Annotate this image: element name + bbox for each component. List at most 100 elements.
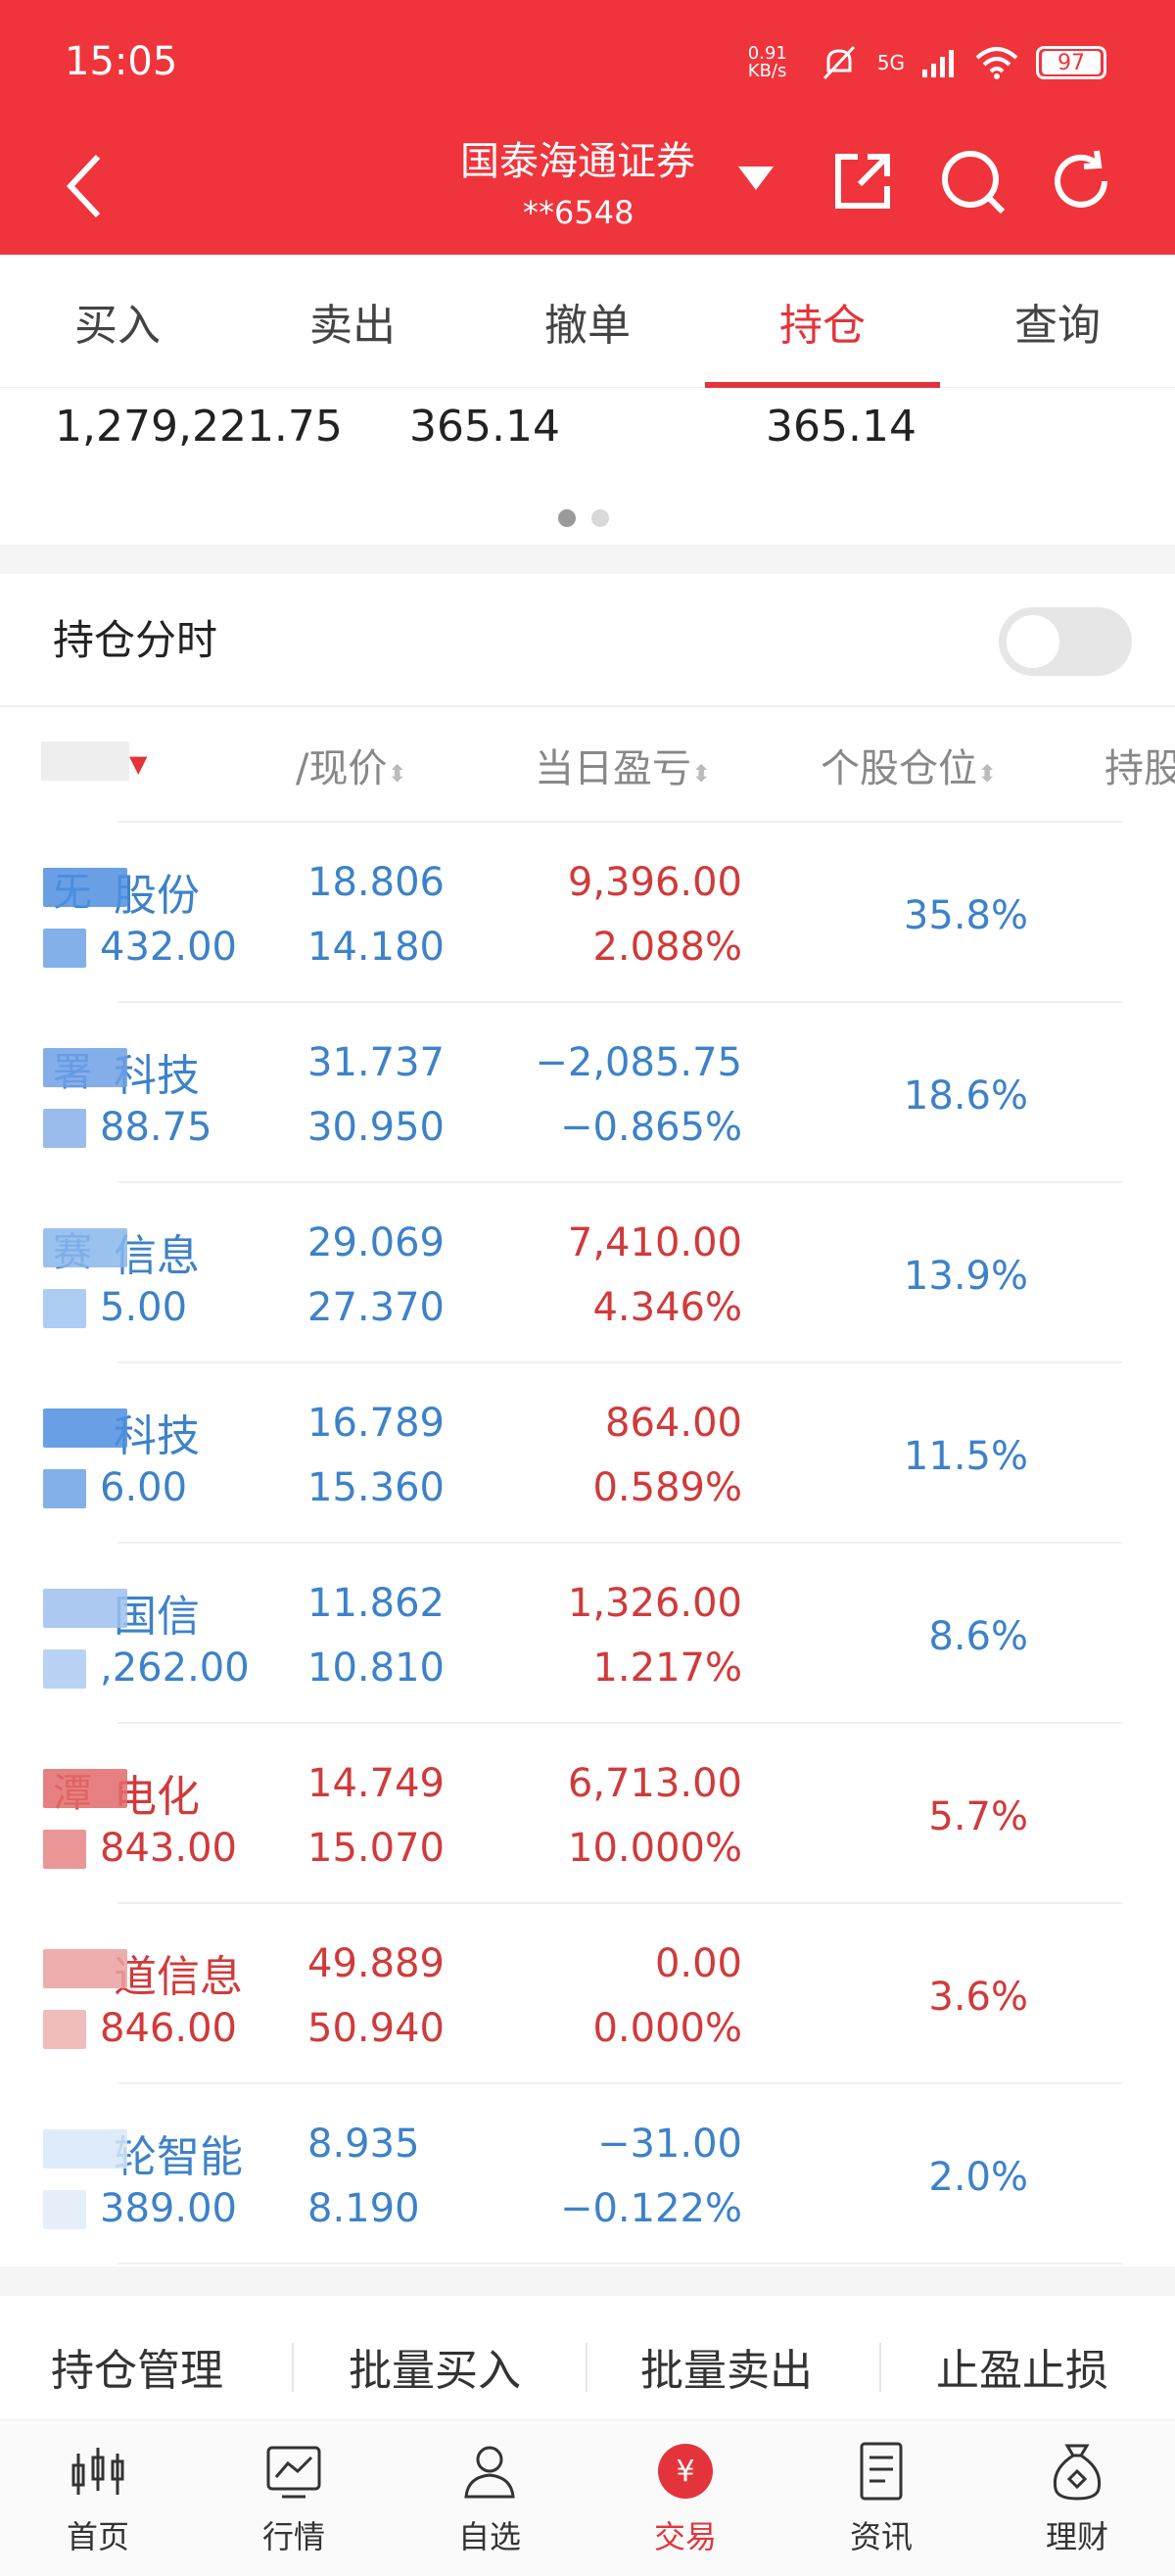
page-indicator bbox=[558, 509, 609, 527]
current-price: 27.370 bbox=[307, 1285, 445, 1330]
blurred-region bbox=[41, 741, 129, 781]
current-price: 15.070 bbox=[307, 1826, 445, 1871]
stock-name: 道信息 bbox=[114, 1952, 243, 2002]
cost-price: 31.737 bbox=[307, 1040, 445, 1085]
nav-news[interactable]: 资讯 bbox=[783, 2440, 979, 2557]
account-dropdown-icon[interactable] bbox=[738, 167, 774, 190]
holding-quantity: 389.00 bbox=[100, 2186, 237, 2231]
holding-row[interactable]: 潭电化843.0014.74915.0706,713.0010.000%5.7% bbox=[0, 1724, 1175, 1904]
daily-pnl-percent: −0.865% bbox=[559, 1105, 742, 1150]
holding-row[interactable]: 轮智能 389.00 8.935 8.190 −31.00 −0.122% 2.0% bbox=[0, 2084, 1175, 2265]
position-percent: 11.5% bbox=[903, 1434, 1028, 1479]
privacy-mosaic bbox=[43, 868, 127, 907]
position-percent: 13.9% bbox=[903, 1254, 1028, 1299]
privacy-mosaic bbox=[43, 2190, 86, 2229]
nav-watchlist[interactable]: 自选 bbox=[392, 2440, 588, 2557]
col-holdings-header[interactable]: 持股 bbox=[1104, 737, 1175, 793]
privacy-mosaic bbox=[43, 1408, 127, 1448]
daily-pnl: 864.00 bbox=[605, 1401, 742, 1446]
daily-pnl-percent: 2.088% bbox=[592, 925, 742, 970]
page-dot[interactable] bbox=[558, 509, 576, 527]
back-button[interactable] bbox=[59, 147, 118, 225]
daily-pnl: 6,713.00 bbox=[567, 1761, 742, 1806]
market-icon bbox=[266, 2446, 321, 2499]
action-take-profit-stop-loss[interactable]: 止盈止损 bbox=[936, 2335, 1108, 2398]
chart-candle-icon bbox=[71, 2448, 124, 2495]
news-icon bbox=[860, 2442, 903, 2501]
privacy-mosaic bbox=[43, 1228, 127, 1267]
holding-quantity: ,262.00 bbox=[100, 1646, 250, 1691]
search-icon[interactable] bbox=[938, 147, 1007, 215]
yuan-circle-icon: ¥ bbox=[658, 2444, 713, 2499]
sort-desc-icon: ▼ bbox=[129, 750, 148, 778]
share-icon[interactable] bbox=[828, 147, 897, 215]
col-price-header[interactable]: /现价⬍ bbox=[296, 737, 407, 793]
current-price: 50.940 bbox=[307, 2006, 445, 2051]
action-batch-buy[interactable]: 批量买入 bbox=[349, 2335, 521, 2398]
nav-wealth[interactable]: 理财 bbox=[979, 2440, 1175, 2557]
privacy-mosaic bbox=[43, 1048, 127, 1087]
current-price: 14.180 bbox=[307, 925, 445, 970]
stock-name: 轮智能 bbox=[114, 2132, 243, 2182]
refresh-icon[interactable] bbox=[1048, 147, 1116, 215]
tab-query[interactable]: 查询 bbox=[940, 290, 1175, 353]
col-name-header[interactable]: ▼ bbox=[41, 737, 147, 782]
holding-quantity: 88.75 bbox=[100, 1105, 212, 1150]
daily-pnl: 9,396.00 bbox=[567, 860, 742, 905]
current-price: 10.810 bbox=[307, 1646, 445, 1691]
net-speed: 0.91 KB/s bbox=[747, 43, 787, 81]
wifi-icon bbox=[975, 47, 1018, 79]
position-percent: 18.6% bbox=[903, 1073, 1028, 1119]
daily-pnl-percent: 10.000% bbox=[568, 1826, 742, 1871]
trade-tabs: 买入 卖出 撤单 持仓 查询 bbox=[0, 255, 1175, 388]
toggle-knob bbox=[1007, 615, 1059, 668]
page-dot[interactable] bbox=[591, 509, 609, 527]
nav-market[interactable]: 行情 bbox=[196, 2440, 392, 2557]
privacy-mosaic bbox=[43, 1469, 86, 1508]
nav-trade[interactable]: ¥ 交易 bbox=[588, 2440, 783, 2557]
app-header: 15:05 0.91 KB/s 5G 97 国泰海通证券 **6548 bbox=[0, 0, 1175, 255]
action-position-manage[interactable]: 持仓管理 bbox=[51, 2335, 223, 2398]
col-position-header[interactable]: 个股仓位⬍ bbox=[821, 737, 997, 793]
summary-value-3: 365.14 bbox=[766, 402, 916, 452]
holding-row[interactable]: 赛信息5.0029.06927.3707,410.004.346%13.9% bbox=[0, 1183, 1175, 1363]
tab-sell[interactable]: 卖出 bbox=[235, 290, 470, 353]
daily-pnl: 0.00 bbox=[654, 1941, 742, 1986]
holding-quantity: 846.00 bbox=[100, 2006, 237, 2051]
holding-quantity: 432.00 bbox=[100, 925, 237, 970]
position-percent: 2.0% bbox=[928, 2155, 1028, 2200]
holding-row[interactable]: 道信息 846.00 49.889 50.940 0.00 0.000% 3.6% bbox=[0, 1904, 1175, 2084]
cost-price: 49.889 bbox=[307, 1941, 445, 1986]
status-icons: 0.91 KB/s 5G 97 bbox=[748, 43, 1106, 82]
tab-cancel[interactable]: 撤单 bbox=[470, 290, 705, 353]
action-batch-sell[interactable]: 批量卖出 bbox=[640, 2335, 813, 2398]
daily-pnl: −31.00 bbox=[596, 2122, 742, 2167]
daily-pnl-percent: −0.122% bbox=[559, 2186, 742, 2231]
broker-name[interactable]: 国泰海通证券 bbox=[460, 129, 695, 186]
holding-quantity: 5.00 bbox=[100, 1285, 188, 1330]
daily-pnl: 7,410.00 bbox=[567, 1220, 742, 1265]
signal-icon bbox=[922, 50, 954, 77]
section-gap bbox=[0, 545, 1175, 574]
holding-row[interactable]: 国信 ,262.00 11.862 10.810 1,326.00 1.217% 8.6% bbox=[0, 1544, 1175, 1724]
account-number[interactable]: **6548 bbox=[523, 194, 634, 231]
holding-row[interactable]: 旡股份432.0018.80614.1809,396.002.088%35.8% bbox=[0, 823, 1175, 1003]
active-tab-indicator bbox=[705, 382, 940, 388]
col-pnl-header[interactable]: 当日盈亏⬍ bbox=[535, 737, 711, 793]
divider bbox=[0, 705, 1175, 707]
privacy-mosaic bbox=[43, 1649, 86, 1689]
holding-row[interactable]: 署科技88.7531.73730.950−2,085.75−0.865%18.6… bbox=[0, 1003, 1175, 1183]
holding-quantity: 843.00 bbox=[100, 1826, 237, 1871]
daily-pnl-percent: 0.000% bbox=[592, 2006, 742, 2051]
money-bag-icon bbox=[1053, 2444, 1102, 2501]
position-percent: 3.6% bbox=[928, 1975, 1028, 2020]
bottom-nav: 首页 行情 自选 ¥ 交易 资讯 理财 bbox=[0, 2419, 1175, 2576]
nav-home[interactable]: 首页 bbox=[0, 2440, 196, 2557]
daily-pnl-percent: 0.589% bbox=[592, 1465, 742, 1510]
tab-positions[interactable]: 持仓 bbox=[705, 290, 940, 353]
daily-pnl-percent: 4.346% bbox=[592, 1285, 742, 1330]
timeshare-toggle[interactable] bbox=[999, 607, 1132, 676]
tab-buy[interactable]: 买入 bbox=[0, 290, 235, 353]
privacy-mosaic bbox=[43, 1289, 86, 1328]
holding-row[interactable]: 科技 6.00 16.789 15.360 864.00 0.589% 11.5% bbox=[0, 1363, 1175, 1544]
